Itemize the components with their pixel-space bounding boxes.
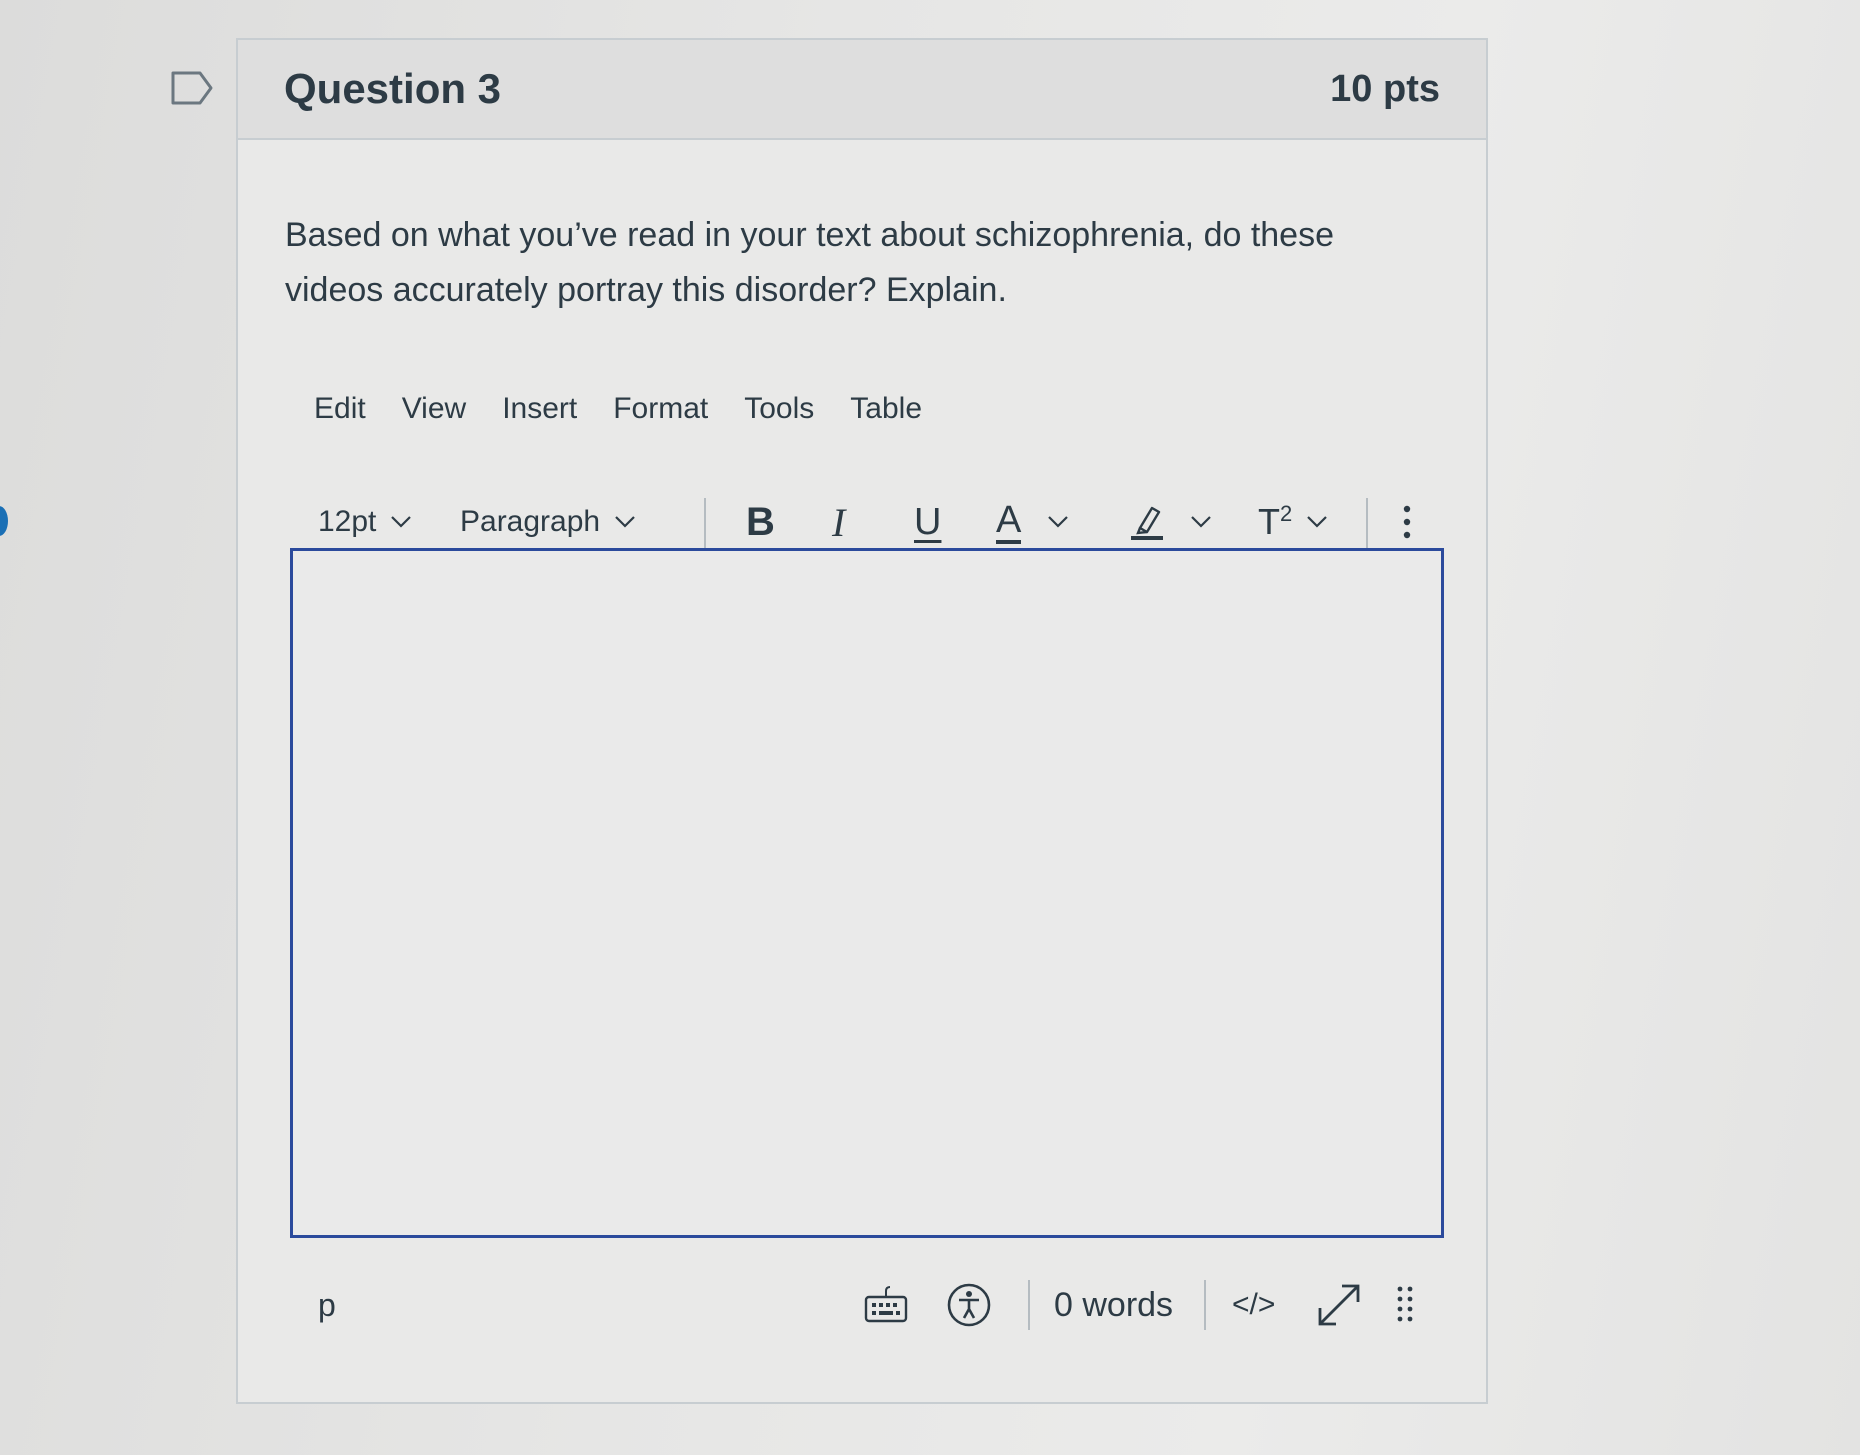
editor-toolbar: 12pt Paragraph B I U A T2 <box>318 492 1438 552</box>
italic-button[interactable]: I <box>832 492 845 552</box>
accessibility-checker-button[interactable] <box>946 1270 992 1340</box>
question-text: Based on what you’ve read in your text a… <box>285 216 1335 309</box>
toolbar-divider <box>1366 498 1368 548</box>
element-path-label: p <box>318 1286 336 1323</box>
question-card: Question 3 10 pts Based on what you’ve r… <box>236 38 1488 1404</box>
menu-view[interactable]: View <box>402 392 466 426</box>
bold-icon: B <box>746 499 775 544</box>
more-vertical-icon <box>1403 505 1411 539</box>
font-size-value: 12pt <box>318 505 377 538</box>
block-format-value: Paragraph <box>460 505 601 538</box>
chevron-down-icon <box>1048 516 1069 528</box>
chevron-down-icon <box>391 516 412 528</box>
menu-table[interactable]: Table <box>850 392 922 426</box>
text-color-button[interactable]: A <box>996 492 1069 552</box>
rich-text-editor-area[interactable] <box>290 548 1444 1238</box>
chevron-down-icon <box>615 516 635 528</box>
fullscreen-button[interactable] <box>1316 1270 1362 1340</box>
toolbar-divider <box>704 498 706 548</box>
menu-format[interactable]: Format <box>613 392 708 426</box>
menu-insert[interactable]: Insert <box>502 392 577 426</box>
highlighter-icon <box>1131 506 1163 540</box>
chevron-down-icon <box>1191 516 1211 528</box>
underline-button[interactable]: U <box>914 492 941 552</box>
accessibility-icon <box>947 1283 991 1327</box>
expand-icon <box>1318 1284 1360 1326</box>
highlight-color-button[interactable] <box>1130 492 1212 552</box>
statusbar-divider <box>1028 1280 1030 1330</box>
block-format-select[interactable]: Paragraph <box>460 492 636 552</box>
more-options-button[interactable] <box>1402 492 1412 552</box>
underline-icon: U <box>914 500 942 543</box>
editor-statusbar: p 0 words </> <box>298 1270 1438 1340</box>
keyboard-icon <box>864 1286 908 1323</box>
italic-icon: I <box>832 499 846 545</box>
element-path[interactable]: p <box>318 1270 336 1340</box>
superscript-exponent: 2 <box>1280 501 1293 526</box>
text-color-icon: A <box>996 500 1022 544</box>
resize-grip-icon <box>1397 1286 1413 1322</box>
statusbar-divider <box>1204 1280 1206 1330</box>
chevron-down-icon <box>1307 516 1328 528</box>
menu-edit[interactable]: Edit <box>314 392 366 426</box>
editor-menubar: Edit View Insert Format Tools Table <box>314 392 958 426</box>
flag-icon[interactable] <box>170 70 214 106</box>
html-editor-button[interactable]: </> <box>1232 1270 1275 1340</box>
font-size-select[interactable]: 12pt <box>318 492 412 552</box>
resize-handle[interactable] <box>1396 1270 1416 1340</box>
menu-tools[interactable]: Tools <box>744 392 814 426</box>
code-icon: </> <box>1232 1288 1276 1321</box>
superscript-letter: T <box>1258 501 1280 542</box>
side-indicator <box>0 506 8 536</box>
bold-button[interactable]: B <box>746 492 775 552</box>
question-title: Question 3 <box>284 65 502 112</box>
word-count[interactable]: 0 words <box>1054 1270 1173 1340</box>
superscript-icon: T2 <box>1258 501 1292 543</box>
superscript-button[interactable]: T2 <box>1258 492 1328 552</box>
question-header: Question 3 10 pts <box>238 40 1486 140</box>
keyboard-shortcuts-button[interactable] <box>864 1270 908 1340</box>
word-count-label: 0 words <box>1054 1285 1174 1324</box>
question-points: 10 pts <box>1330 67 1440 110</box>
